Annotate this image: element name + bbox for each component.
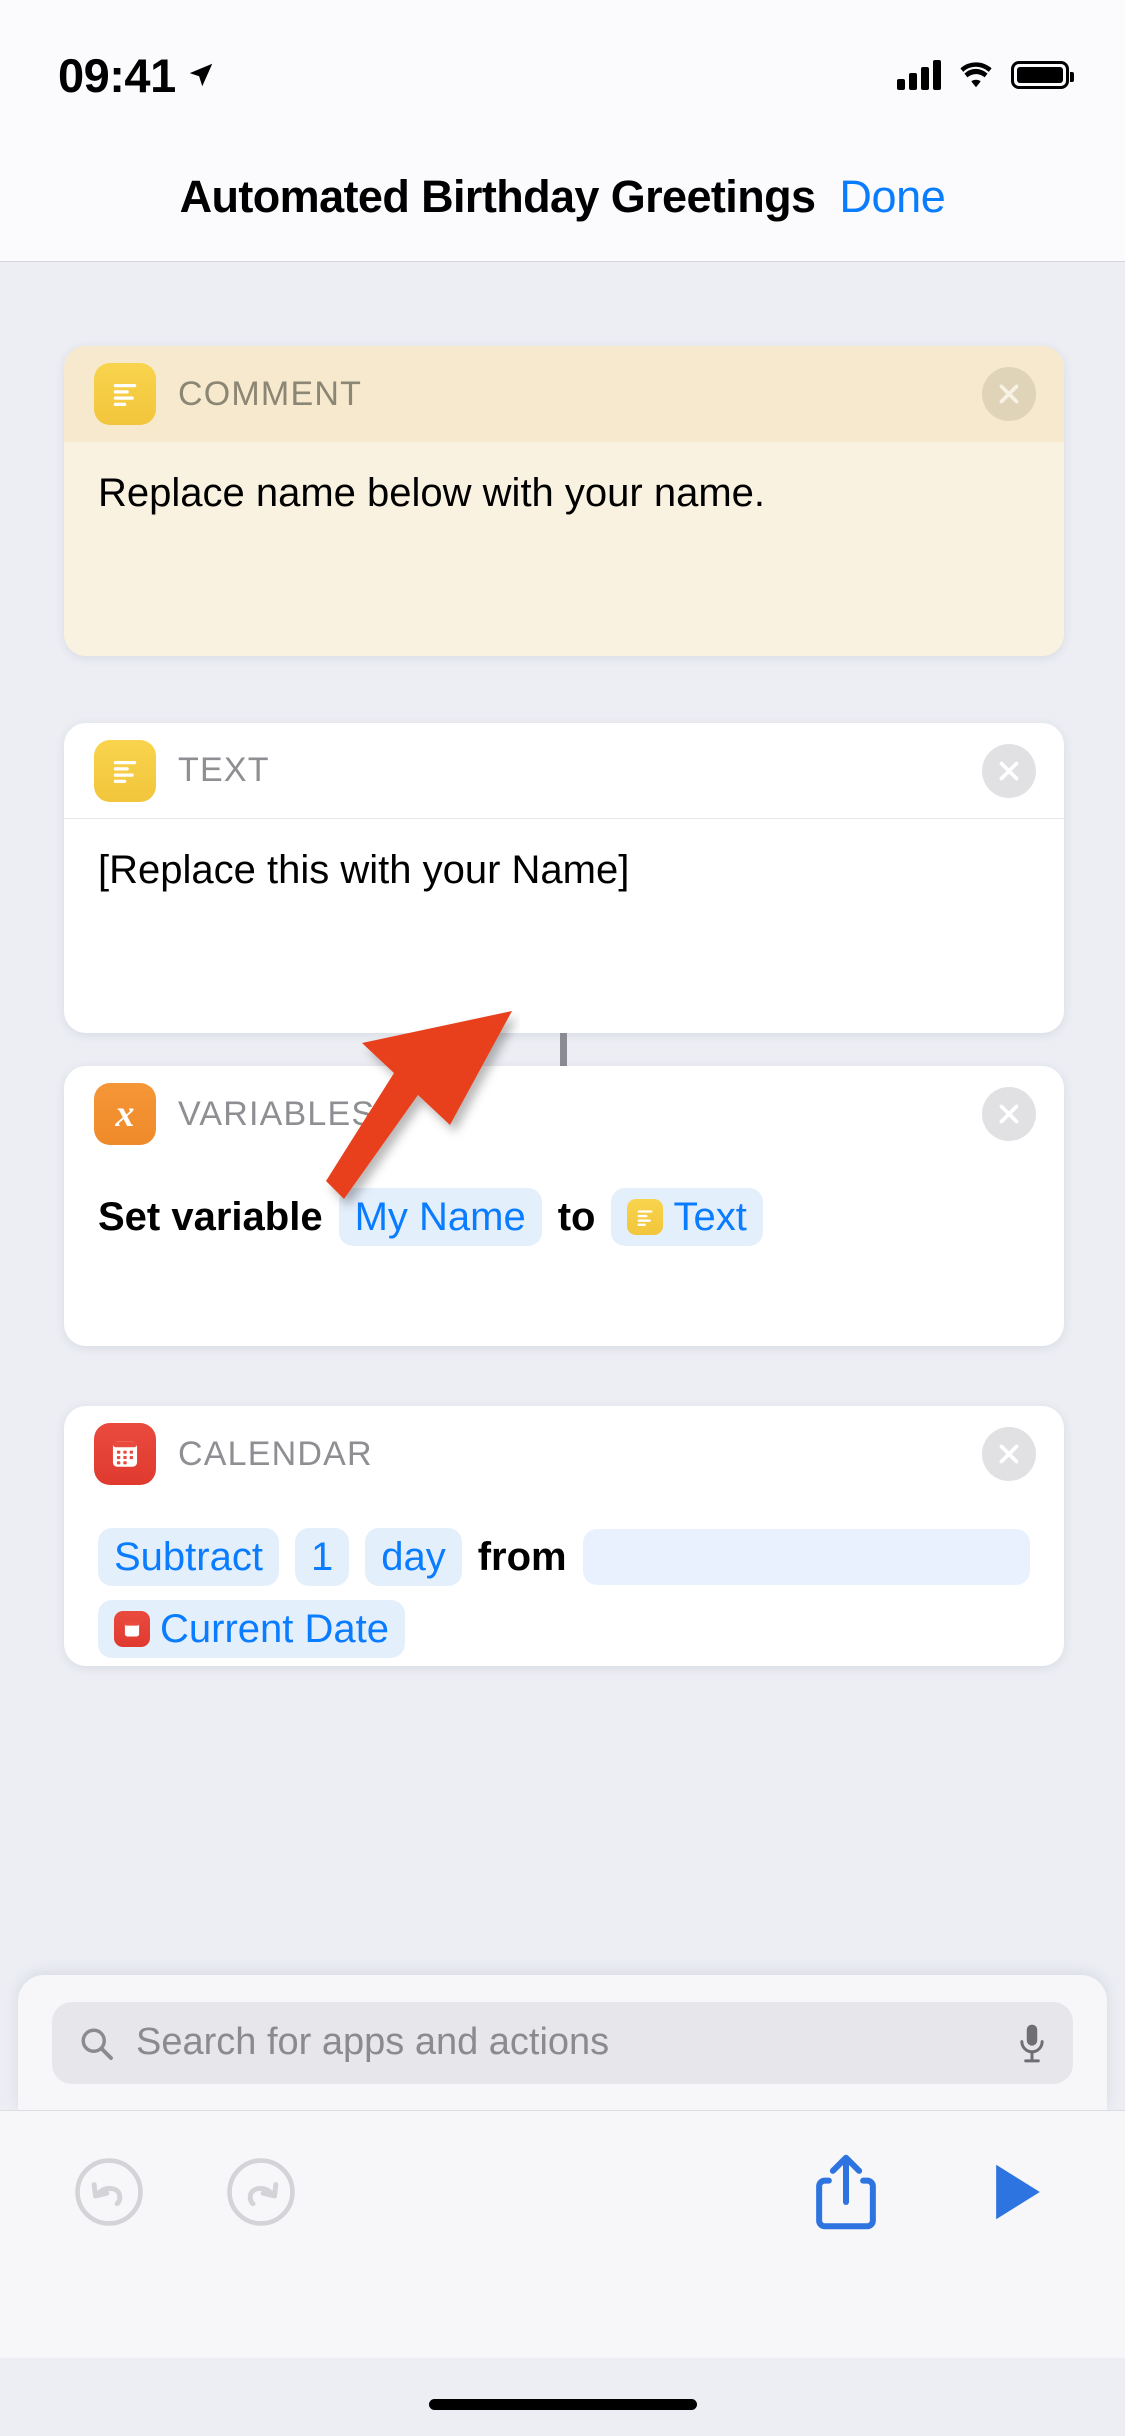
close-x-glyph	[999, 384, 1019, 404]
search-panel: Search for apps and actions	[18, 1975, 1107, 2110]
share-icon[interactable]	[809, 2154, 883, 2230]
action-card-calendar[interactable]: CALENDAR Subtract 1 day from Current Dat…	[64, 1406, 1064, 1666]
shortcut-actions-list[interactable]: COMMENT Replace name below with your nam…	[0, 263, 1125, 1983]
status-bar-right	[897, 60, 1074, 90]
text-lines-icon	[627, 1199, 664, 1235]
text-lines-icon	[94, 739, 156, 802]
cellular-signal-icon	[897, 60, 941, 90]
unit-token[interactable]: day	[365, 1528, 462, 1586]
close-x-glyph	[999, 1104, 1019, 1124]
wifi-icon	[960, 62, 992, 88]
close-circle-icon[interactable]	[982, 1427, 1036, 1481]
set-variable-row: Set variable My Name to Text	[98, 1188, 1030, 1246]
variable-value-label: Text	[673, 1195, 747, 1239]
navigation-bar: Automated Birthday Greetings Done	[0, 132, 1125, 262]
play-icon[interactable]	[979, 2155, 1053, 2229]
current-date-token[interactable]: Current Date	[98, 1600, 405, 1658]
search-input[interactable]: Search for apps and actions	[52, 2001, 1073, 2084]
text-action-value[interactable]: [Replace this with your Name]	[64, 819, 1064, 927]
action-kind-label: COMMENT	[178, 374, 363, 413]
play-glyph	[996, 2164, 1040, 2220]
action-card-header: x VARIABLES	[64, 1066, 1064, 1162]
lines-glyph-icon	[637, 1210, 653, 1226]
status-time: 09:41	[58, 48, 176, 102]
done-button[interactable]: Done	[839, 171, 945, 223]
action-kind-label: VARIABLES	[178, 1094, 376, 1133]
status-bar-left: 09:41	[58, 48, 216, 103]
calendar-action-body: Subtract 1 day from Current Date	[64, 1502, 1064, 1666]
amount-token[interactable]: 1	[294, 1528, 350, 1586]
lines-glyph-icon	[113, 760, 137, 783]
close-circle-icon[interactable]	[982, 1087, 1036, 1141]
adjust-date-row: Subtract 1 day from	[98, 1528, 1030, 1586]
action-card-header: CALENDAR	[64, 1406, 1064, 1502]
calendar-icon	[94, 1423, 156, 1485]
undo-arrow-icon[interactable]	[72, 2155, 146, 2229]
status-bar: 09:41	[0, 0, 1125, 132]
action-card-variables[interactable]: x VARIABLES Set variable My Name to Text	[64, 1066, 1064, 1346]
calendar-glyph-icon	[112, 1441, 138, 1467]
redo-glyph	[227, 2158, 295, 2226]
close-circle-icon[interactable]	[982, 367, 1036, 421]
battery-full-icon	[1011, 61, 1074, 89]
close-x-glyph	[999, 1444, 1019, 1464]
comment-text[interactable]: Replace name below with your name.	[64, 442, 1064, 656]
operation-token[interactable]: Subtract	[98, 1528, 279, 1586]
variable-value-token[interactable]: Text	[611, 1188, 763, 1246]
variable-x-icon: x	[94, 1083, 156, 1145]
action-card-header: COMMENT	[64, 346, 1064, 442]
home-indicator	[428, 2399, 697, 2410]
lines-glyph-icon	[113, 384, 137, 406]
adjust-date-row-2: Current Date	[98, 1600, 1030, 1658]
x-glyph: x	[115, 1093, 135, 1135]
action-card-comment[interactable]: COMMENT Replace name below with your nam…	[64, 346, 1064, 656]
action-connector-line	[560, 1033, 567, 1067]
action-card-text[interactable]: TEXT [Replace this with your Name]	[64, 723, 1064, 1033]
calendar-icon	[114, 1611, 150, 1647]
calendar-glyph-icon	[124, 1621, 140, 1637]
search-placeholder: Search for apps and actions	[136, 2021, 610, 2063]
location-arrow-icon	[189, 63, 212, 87]
iphone-screen: 09:41 Automated Birthday Greetings Done	[0, 0, 1125, 2436]
share-glyph	[816, 2154, 876, 2230]
variable-name-token[interactable]: My Name	[338, 1188, 542, 1246]
page-title: Automated Birthday Greetings	[179, 170, 816, 222]
comment-lines-icon	[94, 363, 156, 425]
target-token-continuation[interactable]	[582, 1529, 1030, 1585]
action-kind-label: CALENDAR	[178, 1434, 373, 1473]
close-x-glyph	[999, 761, 1019, 780]
action-card-header: TEXT	[64, 723, 1064, 819]
undo-glyph	[75, 2158, 143, 2226]
action-kind-label: TEXT	[178, 751, 270, 789]
close-circle-icon[interactable]	[982, 743, 1036, 798]
microphone-icon[interactable]	[1017, 2022, 1047, 2064]
bottom-toolbar	[0, 2110, 1125, 2358]
connector-word: from	[477, 1535, 567, 1579]
current-date-label: Current Date	[160, 1607, 389, 1651]
variables-action-body: Set variable My Name to Text	[64, 1162, 1064, 1278]
set-variable-middle: to	[557, 1195, 596, 1239]
set-variable-prefix: Set variable	[98, 1195, 323, 1239]
search-icon	[81, 2028, 113, 2060]
redo-arrow-icon[interactable]	[224, 2155, 298, 2229]
